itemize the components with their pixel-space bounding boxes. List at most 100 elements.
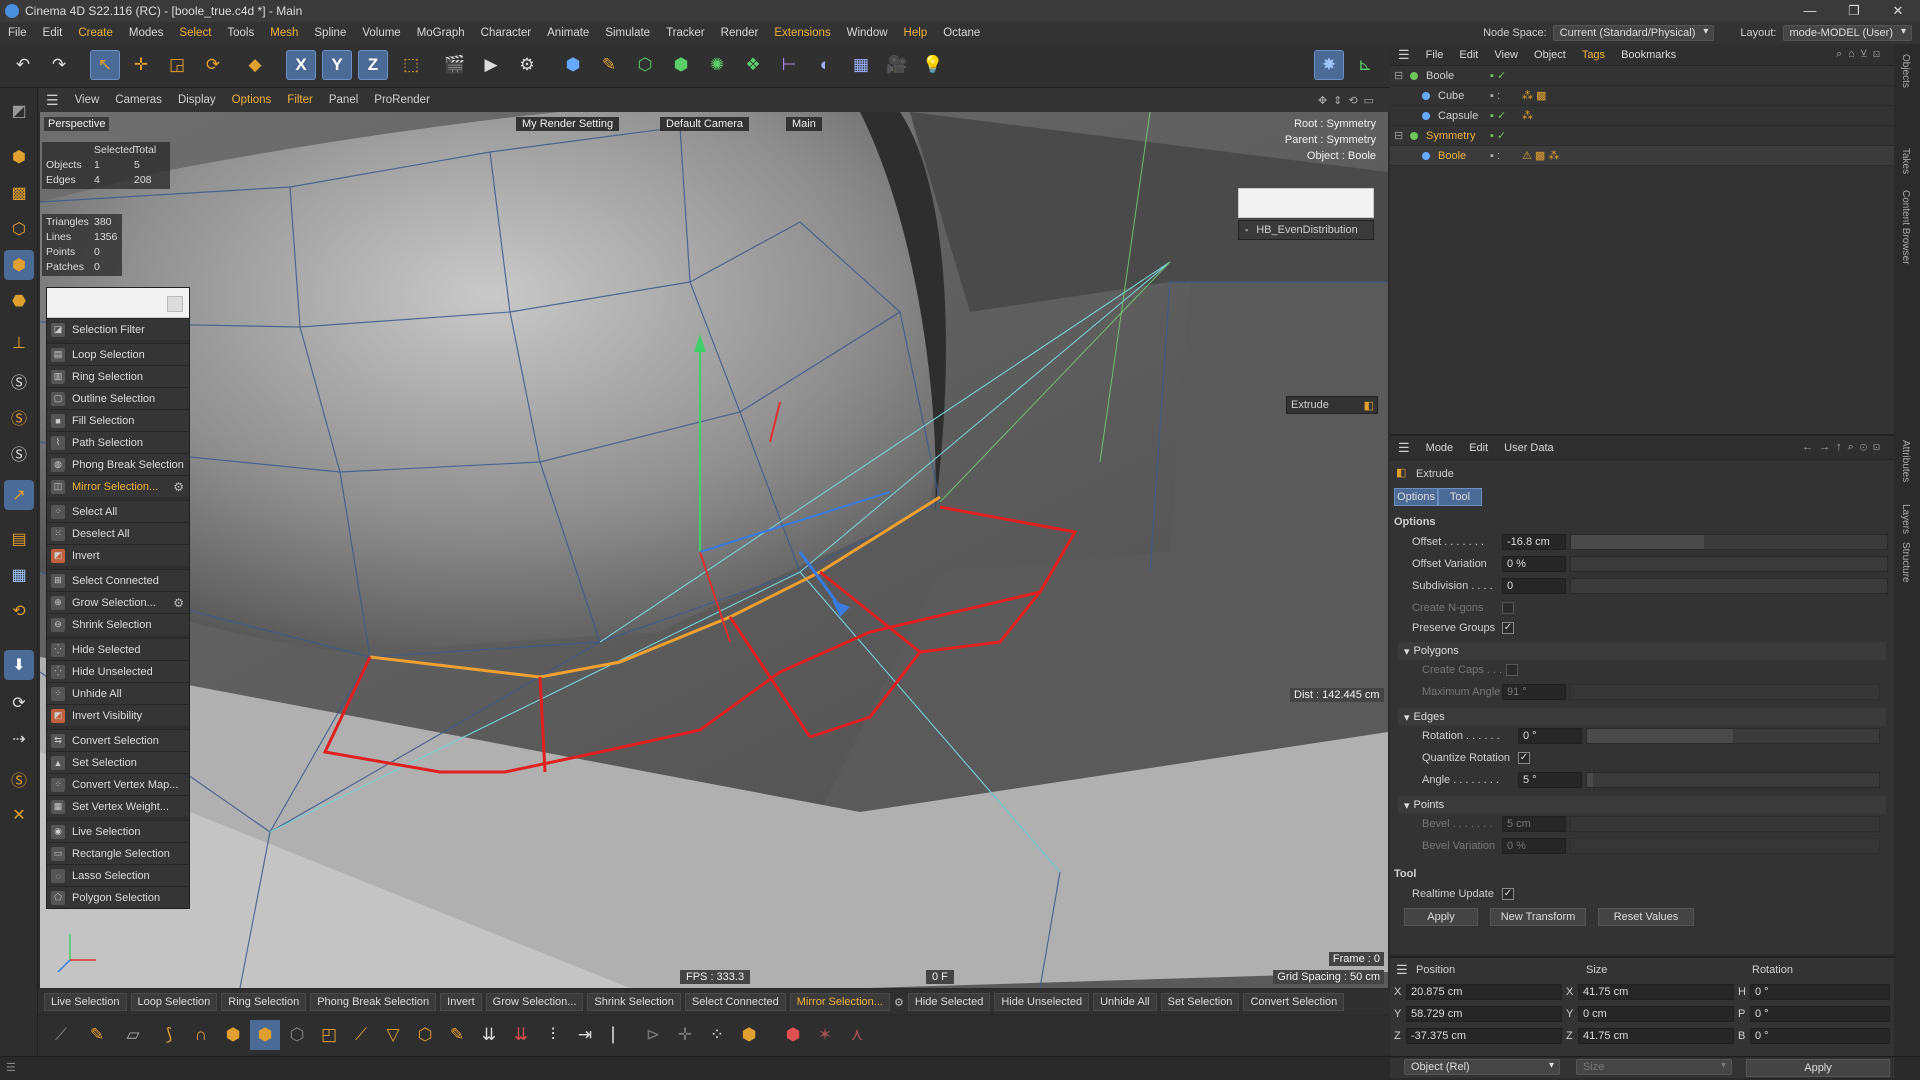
menu-modes[interactable]: Modes xyxy=(121,27,172,39)
viewport-hamburger-icon[interactable]: ☰ xyxy=(38,92,67,109)
magnet-icon[interactable]: ∩ xyxy=(186,1020,216,1050)
xyz-snap-icon[interactable]: ⁘ xyxy=(702,1020,732,1050)
extrude-tool-button[interactable]: Extrude ◧ xyxy=(1286,396,1378,414)
cmd-hide-unselected[interactable]: Hide Unselected xyxy=(994,993,1090,1011)
s-tool-icon[interactable]: Ⓢ xyxy=(4,764,34,794)
viewport-menu-filter[interactable]: Filter xyxy=(279,94,321,106)
untriangulate-icon[interactable]: ✶ xyxy=(810,1020,840,1050)
extrude-icon-btn[interactable]: ⬢ xyxy=(218,1020,248,1050)
camera-icon[interactable]: 🎥 xyxy=(882,50,912,80)
undo-icon[interactable]: ↶ xyxy=(8,50,38,80)
cmd-unhide-all[interactable]: Unhide All xyxy=(1093,993,1157,1011)
angle-field[interactable]: 5 ° xyxy=(1518,772,1582,788)
menu-item-convert-selection[interactable]: ⇆ Convert Selection xyxy=(47,729,189,751)
matrix-extrude-icon[interactable]: ⬡ xyxy=(282,1020,312,1050)
extrude-generator-icon[interactable]: ⬢ xyxy=(666,50,696,80)
edges-section-header[interactable]: ▾ Edges xyxy=(1398,708,1886,726)
rotation-h-field[interactable]: 0 ° xyxy=(1750,984,1890,1000)
menu-item-select-all[interactable]: ⁘ Select All xyxy=(47,500,189,522)
om-menu-object[interactable]: Object xyxy=(1526,49,1574,61)
make-editable-icon[interactable]: ◩ xyxy=(4,96,34,126)
size-y-field[interactable]: 0 cm xyxy=(1578,1006,1734,1022)
points-section-header[interactable]: ▾ Points xyxy=(1398,796,1886,814)
planar-workplane-icon[interactable]: ▦ xyxy=(4,560,34,590)
maximum-angle-slider[interactable] xyxy=(1570,684,1880,700)
model-mode-icon[interactable]: ⬢ xyxy=(4,142,34,172)
position-x-field[interactable]: 20.875 cm xyxy=(1406,984,1562,1000)
cmd-shrink-selection[interactable]: Shrink Selection xyxy=(587,993,681,1011)
viewport-navigation-icons[interactable]: ✥⇕⟲▭ xyxy=(1318,94,1390,107)
object-row-boole-child[interactable]: Boole ▪ : ⚠ ▩ ⁂ xyxy=(1390,146,1894,166)
axis-x-button[interactable]: X xyxy=(286,50,316,80)
points-mode-icon[interactable]: ⬡ xyxy=(4,214,34,244)
coordinates-hamburger-icon[interactable]: ☰ xyxy=(1396,962,1408,978)
texture-mode-icon[interactable]: ▩ xyxy=(4,178,34,208)
warning-tags-icon[interactable]: ⚠ ▩ ⁂ xyxy=(1522,149,1559,162)
subdivision-slider[interactable] xyxy=(1570,578,1888,594)
menu-item-mirror-selection[interactable]: ◫ Mirror Selection... ⚙ xyxy=(47,475,189,497)
menu-item-hide-unselected[interactable]: ⁛ Hide Unselected xyxy=(47,660,189,682)
cmd-select-connected[interactable]: Select Connected xyxy=(684,993,786,1011)
offset-variation-field[interactable]: 0 % xyxy=(1502,556,1566,572)
symmetry-icon[interactable]: Ⓢ xyxy=(4,438,34,468)
create-ngons-checkbox[interactable] xyxy=(1502,602,1514,614)
cmd-set-selection[interactable]: Set Selection xyxy=(1160,993,1240,1011)
soft-selection-icon[interactable]: Ⓢ xyxy=(4,366,34,396)
extrude-inner-icon[interactable]: ⬢ xyxy=(250,1020,280,1050)
tab-content-browser[interactable]: Content Browser xyxy=(1900,190,1911,264)
menu-volume[interactable]: Volume xyxy=(354,27,408,39)
triangulate-icon[interactable]: ⬢ xyxy=(778,1020,808,1050)
iron-icon[interactable]: ⇊ xyxy=(506,1020,536,1050)
bevel-slider[interactable] xyxy=(1570,816,1880,832)
rotate-tool-icon[interactable]: ⟳ xyxy=(198,50,228,80)
material-tags-icon[interactable]: ⁂ ▩ xyxy=(1522,89,1546,102)
coordinate-system-icon[interactable]: ⬚ xyxy=(396,50,426,80)
menu-item-convert-vertex-map[interactable]: ⁘ Convert Vertex Map... xyxy=(47,773,189,795)
om-menu-edit[interactable]: Edit xyxy=(1451,49,1486,61)
object-row-symmetry[interactable]: ⊟ Symmetry ▪ ✓ xyxy=(1390,126,1894,146)
normal-move-icon[interactable]: ⇥ xyxy=(570,1020,600,1050)
edges-mode-icon[interactable]: ⬢ xyxy=(4,250,34,280)
close-hole-icon[interactable]: ⬡ xyxy=(410,1020,440,1050)
viewport-menu-panel[interactable]: Panel xyxy=(321,94,366,106)
view-name-label[interactable]: Perspective xyxy=(44,117,110,131)
render-settings-icon[interactable]: ⚙ xyxy=(512,50,542,80)
mirror-tool-icon[interactable]: ⎸ xyxy=(606,1020,636,1050)
menu-item-grow-selection[interactable]: ⊕ Grow Selection... ⚙ xyxy=(47,591,189,613)
viewport-menu-options[interactable]: Options xyxy=(224,94,280,106)
offset-slider[interactable] xyxy=(1570,534,1888,550)
om-menu-view[interactable]: View xyxy=(1486,49,1526,61)
menu-create[interactable]: Create xyxy=(70,27,121,39)
viewport-menu-cameras[interactable]: Cameras xyxy=(107,94,170,106)
plugin-palette-item[interactable]: ▪ HB_EvenDistribution xyxy=(1238,220,1374,240)
visibility-check-icon[interactable]: ▪ ✓ xyxy=(1490,69,1506,82)
rotation-field[interactable]: 0 ° xyxy=(1518,728,1582,744)
menu-item-outline-selection[interactable]: ▢ Outline Selection xyxy=(47,387,189,409)
position-y-field[interactable]: 58.729 cm xyxy=(1406,1006,1562,1022)
cmd-convert-selection[interactable]: Convert Selection xyxy=(1243,993,1345,1011)
menu-item-loop-selection[interactable]: ▤ Loop Selection xyxy=(47,343,189,365)
angle-slider[interactable] xyxy=(1586,772,1880,788)
visibility-dots-icon[interactable]: ▪ : xyxy=(1490,90,1500,102)
psr-icon[interactable]: ⟳ xyxy=(4,688,34,718)
polygons-section-header[interactable]: ▾ Polygons xyxy=(1398,642,1886,660)
split-icon[interactable]: ⊳ xyxy=(638,1020,668,1050)
tweak-mode-icon[interactable]: ↗ xyxy=(4,480,34,510)
menu-tools[interactable]: Tools xyxy=(219,27,262,39)
menu-item-set-selection[interactable]: ▲ Set Selection xyxy=(47,751,189,773)
camera-dropdown[interactable]: Default Camera xyxy=(660,117,750,131)
symmetry-visibility-icon[interactable]: ▪ ✓ xyxy=(1490,129,1506,142)
create-caps-checkbox[interactable] xyxy=(1506,664,1518,676)
apply-button[interactable]: Apply xyxy=(1404,908,1478,926)
menu-item-ring-selection[interactable]: ▥ Ring Selection xyxy=(47,365,189,387)
axis-z-button[interactable]: Z xyxy=(358,50,388,80)
attr-menu-mode[interactable]: Mode xyxy=(1418,442,1462,454)
render-setting-dropdown[interactable]: My Render Setting xyxy=(516,117,620,131)
viewport[interactable]: Perspective My Render Setting Default Ca… xyxy=(40,112,1388,988)
offset-variation-slider[interactable] xyxy=(1570,556,1888,572)
workplane-icon[interactable]: ⊾ xyxy=(1350,50,1380,80)
menu-extensions[interactable]: Extensions xyxy=(766,27,838,39)
attribute-hamburger-icon[interactable]: ☰ xyxy=(1390,440,1418,456)
menu-item-select-connected[interactable]: ⊞ Select Connected xyxy=(47,569,189,591)
new-transform-button[interactable]: New Transform xyxy=(1490,908,1586,926)
